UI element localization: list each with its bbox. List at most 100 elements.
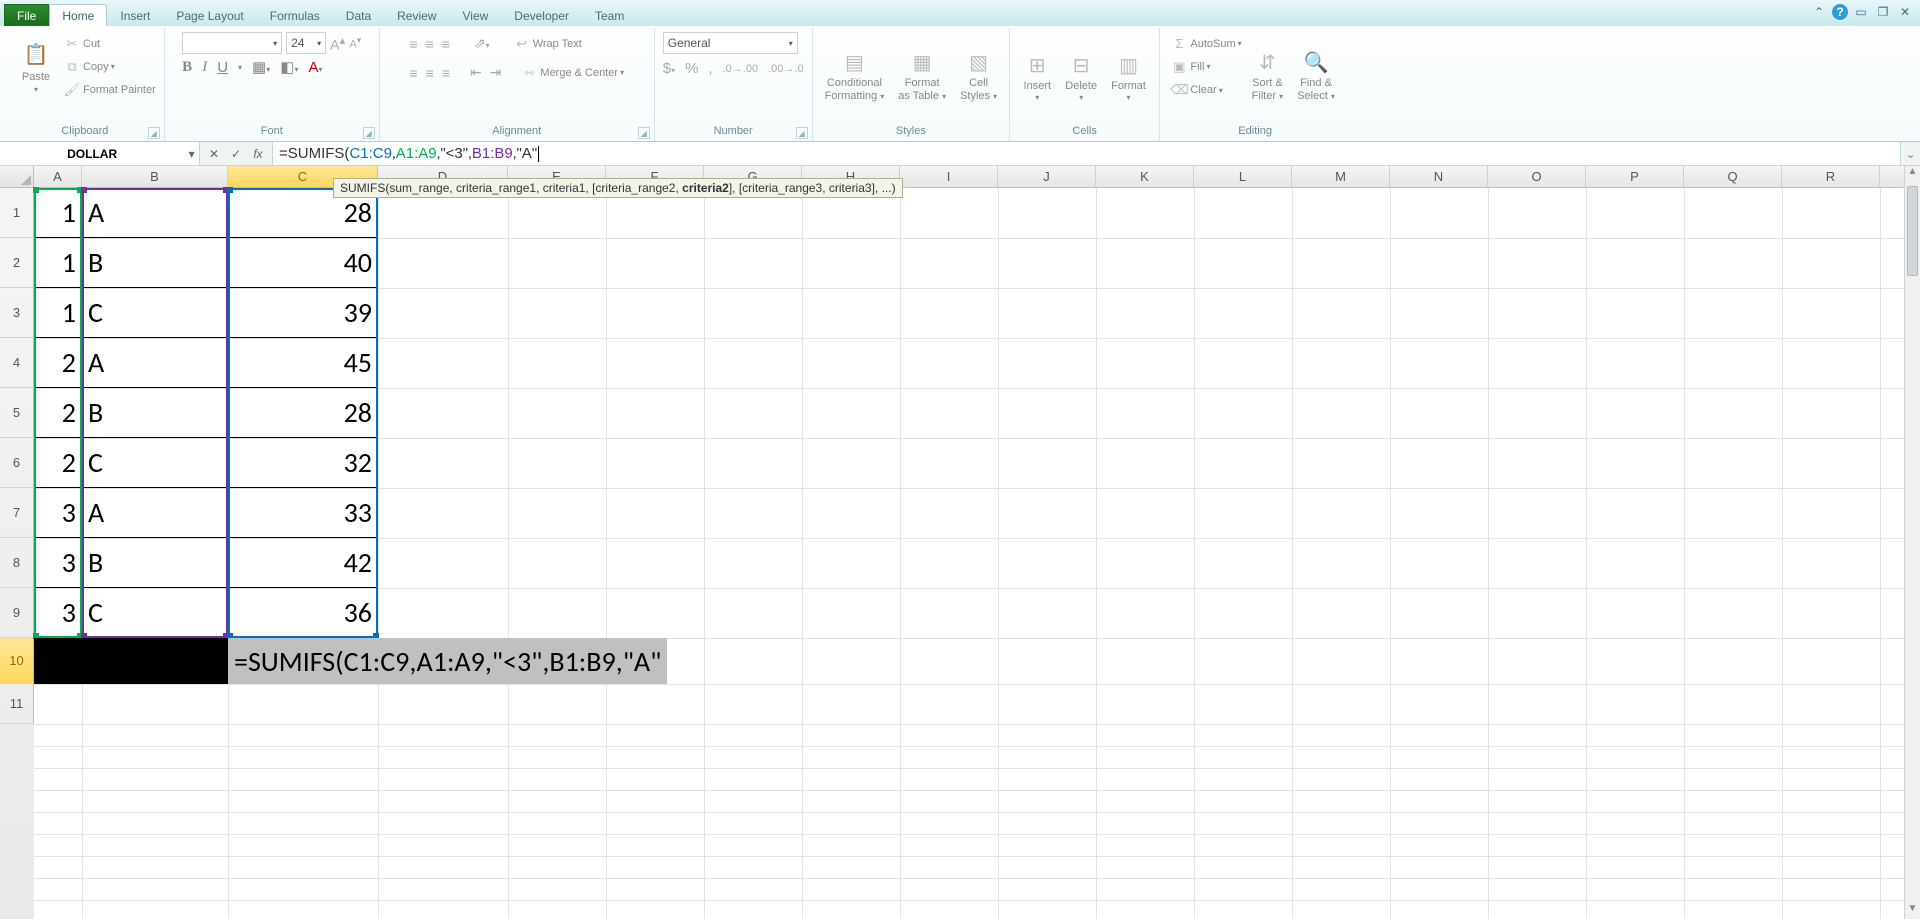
col-header-Q[interactable]: Q <box>1684 166 1782 187</box>
cell-B1[interactable]: A <box>82 188 228 238</box>
formula-bar-input[interactable]: =SUMIFS(C1:C9,A1:A9,"<3",B1:B9,"A" <box>272 142 1900 165</box>
window-close-icon[interactable]: ✕ <box>1896 4 1914 20</box>
underline-button[interactable]: U <box>217 59 228 76</box>
clear-button[interactable]: ⌫Clear▾ <box>1171 79 1241 102</box>
row-header-8[interactable]: 8 <box>0 538 34 588</box>
align-bottom-icon[interactable]: ≡ <box>442 36 450 52</box>
cancel-formula-icon[interactable]: ✕ <box>206 147 222 161</box>
menu-tab-formulas[interactable]: Formulas <box>257 4 333 26</box>
cell-B2[interactable]: B <box>82 238 228 288</box>
menu-tab-home[interactable]: Home <box>49 4 107 26</box>
menu-tab-view[interactable]: View <box>450 4 502 26</box>
ribbon-minimize-icon[interactable]: ⌃ <box>1810 4 1828 20</box>
spreadsheet-grid[interactable]: ABCDEFGHIJKLMNOPQR 1234567891011 1A281B4… <box>0 166 1920 919</box>
help-icon[interactable]: ? <box>1832 4 1848 20</box>
accept-formula-icon[interactable]: ✓ <box>228 147 244 161</box>
wrap-text-button[interactable]: ↩Wrap Text <box>514 32 582 55</box>
shrink-font-icon[interactable]: A▾ <box>349 35 361 51</box>
col-header-N[interactable]: N <box>1390 166 1488 187</box>
inline-cell-editor[interactable]: =SUMIFS(C1:C9,A1:A9,"<3",B1:B9,"A" <box>228 638 667 684</box>
column-headers[interactable]: ABCDEFGHIJKLMNOPQR <box>34 166 1904 188</box>
font-size-combo[interactable]: 24▾ <box>286 32 326 54</box>
vertical-scrollbar[interactable]: ▲ ▼ <box>1904 166 1920 919</box>
select-all-corner[interactable] <box>0 166 34 188</box>
conditional-formatting-button[interactable]: ▤ConditionalFormatting ▾ <box>821 32 889 102</box>
alignment-launcher[interactable]: ◢ <box>638 127 650 139</box>
comma-button[interactable]: , <box>708 60 712 77</box>
delete-cells-button[interactable]: ⊟Delete▾ <box>1061 32 1101 102</box>
col-header-I[interactable]: I <box>900 166 998 187</box>
copy-button[interactable]: ⧉Copy▾ <box>64 55 156 78</box>
cell-C6[interactable]: 32 <box>228 438 378 488</box>
cell-B6[interactable]: C <box>82 438 228 488</box>
function-arguments-tooltip[interactable]: SUMIFS(sum_range, criteria_range1, crite… <box>333 178 903 198</box>
paste-button[interactable]: 📋 Paste ▾ <box>14 32 58 102</box>
find-select-button[interactable]: 🔍Find &Select ▾ <box>1293 32 1339 102</box>
cut-button[interactable]: ✂Cut <box>64 32 156 55</box>
menu-tab-team[interactable]: Team <box>582 4 637 26</box>
cell-B8[interactable]: B <box>82 538 228 588</box>
align-left-icon[interactable]: ≡ <box>409 65 417 81</box>
insert-cells-button[interactable]: ⊞Insert▾ <box>1019 32 1055 102</box>
row-header-6[interactable]: 6 <box>0 438 34 488</box>
autosum-button[interactable]: ΣAutoSum▾ <box>1171 32 1241 55</box>
scroll-thumb[interactable] <box>1907 186 1918 276</box>
cell-C2[interactable]: 40 <box>228 238 378 288</box>
number-launcher[interactable]: ◢ <box>796 127 808 139</box>
menu-tab-page-layout[interactable]: Page Layout <box>163 4 256 26</box>
scroll-down-icon[interactable]: ▼ <box>1905 903 1920 919</box>
cell-A6[interactable]: 2 <box>34 438 82 488</box>
format-as-table-button[interactable]: ▦Formatas Table ▾ <box>894 32 950 102</box>
align-center-icon[interactable]: ≡ <box>426 65 434 81</box>
window-minimize-icon[interactable]: ▭ <box>1852 4 1870 20</box>
increase-decimal-icon[interactable]: .0→.00 <box>723 63 758 75</box>
row-header-7[interactable]: 7 <box>0 488 34 538</box>
col-header-A[interactable]: A <box>34 166 82 187</box>
row-header-2[interactable]: 2 <box>0 238 34 288</box>
cell-C9[interactable]: 36 <box>228 588 378 638</box>
font-launcher[interactable]: ◢ <box>363 127 375 139</box>
formula-bar-expand-icon[interactable]: ⌄ <box>1900 142 1920 165</box>
font-color-button[interactable]: A▾ <box>308 59 322 76</box>
currency-button[interactable]: $▾ <box>663 60 675 77</box>
col-header-K[interactable]: K <box>1096 166 1194 187</box>
italic-button[interactable]: I <box>202 59 207 76</box>
cells-area[interactable]: 1A281B401C392A452B282C323A333B423C36=SUM… <box>34 188 1904 919</box>
cell-A8[interactable]: 3 <box>34 538 82 588</box>
menu-tab-data[interactable]: Data <box>333 4 384 26</box>
row-header-4[interactable]: 4 <box>0 338 34 388</box>
format-cells-button[interactable]: ▥Format▾ <box>1107 32 1150 102</box>
row-headers[interactable]: 1234567891011 <box>0 188 34 919</box>
col-header-R[interactable]: R <box>1782 166 1880 187</box>
cell-A7[interactable]: 3 <box>34 488 82 538</box>
cell-B9[interactable]: C <box>82 588 228 638</box>
cell-C5[interactable]: 28 <box>228 388 378 438</box>
name-box-dropdown-icon[interactable]: ▾ <box>184 147 199 161</box>
format-painter-button[interactable]: 🖌Format Painter <box>64 79 156 102</box>
cell-C3[interactable]: 39 <box>228 288 378 338</box>
name-box[interactable]: ▾ <box>0 142 200 165</box>
window-restore-icon[interactable]: ❐ <box>1874 4 1892 20</box>
cell-A3[interactable]: 1 <box>34 288 82 338</box>
cell-C7[interactable]: 33 <box>228 488 378 538</box>
row-header-10[interactable]: 10 <box>0 638 34 684</box>
menu-tab-file[interactable]: File <box>4 4 49 26</box>
cell-A2[interactable]: 1 <box>34 238 82 288</box>
fill-color-button[interactable]: ◧▾ <box>280 58 298 76</box>
cell-B5[interactable]: B <box>82 388 228 438</box>
indent-dec-icon[interactable]: ⇤ <box>470 64 482 81</box>
align-right-icon[interactable]: ≡ <box>442 65 450 81</box>
decrease-decimal-icon[interactable]: .00→.0 <box>768 63 803 75</box>
col-header-J[interactable]: J <box>998 166 1096 187</box>
col-header-M[interactable]: M <box>1292 166 1390 187</box>
fill-button[interactable]: ▣Fill▾ <box>1171 55 1241 78</box>
row-header-1[interactable]: 1 <box>0 188 34 238</box>
cell-A5[interactable]: 2 <box>34 388 82 438</box>
borders-button[interactable]: ▦▾ <box>252 58 270 76</box>
row-header-5[interactable]: 5 <box>0 388 34 438</box>
menu-tab-developer[interactable]: Developer <box>501 4 582 26</box>
col-header-O[interactable]: O <box>1488 166 1586 187</box>
bold-button[interactable]: B <box>182 59 192 76</box>
clipboard-launcher[interactable]: ◢ <box>148 127 160 139</box>
cell-styles-button[interactable]: ▧CellStyles ▾ <box>956 32 1001 102</box>
